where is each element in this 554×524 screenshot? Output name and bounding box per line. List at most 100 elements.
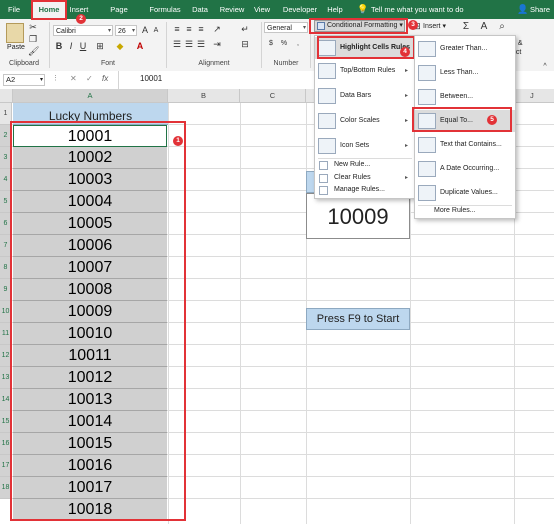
menu-item-label: New Rule... — [334, 161, 371, 168]
percent-icon[interactable]: % — [278, 38, 290, 49]
menu-item-top-bottom-rules[interactable]: Top/Bottom Rules ▸ — [315, 60, 415, 82]
formula-input[interactable]: 10001 — [140, 74, 162, 83]
menu-item-less-than[interactable]: Less Than... — [415, 62, 515, 84]
clear-rules-icon — [319, 174, 328, 183]
step-badge-2: 2 — [76, 14, 86, 24]
align-middle-icon[interactable]: ≡ — [184, 24, 194, 35]
callout-box-home-tab — [31, 0, 67, 20]
manage-rules-icon — [319, 186, 328, 195]
tab-review[interactable]: Review — [218, 0, 246, 19]
submenu-arrow-icon: ▸ — [405, 118, 409, 124]
font-size-dropdown[interactable]: 26 ▾ — [115, 25, 137, 36]
decrease-font-icon[interactable]: A — [151, 25, 161, 36]
indent-icon[interactable]: ⇥ — [212, 39, 222, 50]
align-bottom-icon[interactable]: ≡ — [196, 24, 206, 35]
callout-box-equal-to — [412, 107, 512, 132]
menu-item-manage-rules[interactable]: Manage Rules... — [315, 185, 415, 197]
top-bottom-icon — [318, 63, 336, 79]
group-divider — [166, 22, 167, 68]
menu-item-text-that-contains[interactable]: Text that Contains... — [415, 134, 515, 156]
currency-icon[interactable]: $ — [265, 38, 277, 49]
duplicate-values-icon — [418, 185, 436, 201]
tab-help[interactable]: Help — [325, 0, 345, 19]
menu-item-new-rule[interactable]: New Rule... — [315, 160, 415, 172]
between-icon — [418, 89, 436, 105]
bold-icon[interactable]: B — [54, 41, 64, 52]
name-box[interactable]: A2 ▾ — [3, 74, 45, 86]
menu-item-label: Top/Bottom Rules — [340, 67, 396, 74]
menu-item-between[interactable]: Between... — [415, 86, 515, 108]
callout-box-number-list — [10, 121, 186, 521]
menu-item-label: Between... — [440, 93, 474, 100]
menu-item-clear-rules[interactable]: Clear Rules ▸ — [315, 173, 415, 185]
new-rule-icon — [319, 161, 328, 170]
insert-function-icon[interactable]: fx — [102, 74, 108, 83]
menu-item-label: Icon Sets — [340, 142, 370, 149]
tell-me-search[interactable]: Tell me what you want to do — [371, 0, 464, 19]
formula-divider — [118, 71, 119, 89]
column-header-b[interactable]: B — [168, 89, 240, 103]
greater-than-icon — [418, 41, 436, 57]
conditional-formatting-menu: Highlight Cells Rules ▸ Top/Bottom Rules… — [314, 35, 416, 199]
increase-font-icon[interactable]: A — [140, 25, 150, 36]
merge-center-icon[interactable]: ⊟ — [240, 39, 250, 50]
cancel-icon[interactable]: ✕ — [70, 74, 77, 83]
menu-item-label: Color Scales — [340, 117, 380, 124]
number-format-dropdown[interactable]: General ▾ — [264, 22, 308, 33]
tab-file[interactable]: File — [2, 0, 26, 19]
tab-data[interactable]: Data — [189, 0, 211, 19]
menu-item-date-occurring[interactable]: A Date Occurring... — [415, 158, 515, 180]
tab-formulas[interactable]: Formulas — [147, 0, 183, 19]
menu-item-label: Clear Rules — [334, 174, 371, 181]
align-right-icon[interactable]: ☰ — [196, 39, 206, 50]
column-header-c[interactable]: C — [240, 89, 306, 103]
press-f9-button[interactable]: Press F9 to Start — [306, 308, 410, 330]
menu-item-greater-than[interactable]: Greater Than... — [415, 38, 515, 60]
menu-item-more-rules[interactable]: More Rules... — [415, 206, 515, 217]
submenu-arrow-icon: ▸ — [405, 175, 409, 181]
menu-item-data-bars[interactable]: Data Bars ▸ — [315, 85, 415, 107]
fill-color-icon[interactable]: ◆ — [115, 41, 125, 52]
group-label-clipboard: Clipboard — [9, 60, 39, 67]
align-left-icon[interactable]: ☰ — [172, 39, 182, 50]
menu-separator — [318, 158, 412, 159]
underline-icon[interactable]: U — [78, 41, 88, 52]
formula-bar-dots-icon: ⋮ — [52, 75, 59, 82]
result-value-cell[interactable]: 10009 — [306, 193, 410, 239]
autosum-icon[interactable]: Σ — [460, 21, 472, 32]
format-painter-icon[interactable]: 🖌 — [28, 46, 39, 57]
menu-item-color-scales[interactable]: Color Scales ▸ — [315, 110, 415, 132]
callout-box-conditional-formatting — [309, 18, 408, 34]
share-button[interactable]: Share — [530, 0, 550, 19]
paste-button[interactable]: Paste — [5, 44, 27, 51]
menu-item-label: Manage Rules... — [334, 186, 385, 193]
share-icon: 👤 — [517, 4, 529, 14]
step-badge-5: 5 — [487, 115, 497, 125]
italic-icon[interactable]: I — [66, 41, 76, 52]
insert-cells-button[interactable]: Insert ▾ — [423, 22, 446, 30]
wrap-text-icon[interactable]: ↵ — [240, 24, 250, 35]
orientation-icon[interactable]: ↗ — [212, 24, 222, 35]
data-bars-icon — [318, 88, 336, 104]
align-center-icon[interactable]: ☰ — [184, 39, 194, 50]
tab-view[interactable]: View — [251, 0, 273, 19]
menu-item-label: A Date Occurring... — [440, 165, 500, 172]
font-name-dropdown[interactable]: Calibri ▾ — [53, 25, 113, 36]
tab-developer[interactable]: Developer — [281, 0, 319, 19]
borders-icon[interactable]: ⊞ — [95, 41, 105, 52]
cut-icon[interactable]: ✂ — [28, 22, 38, 33]
comma-icon[interactable]: , — [292, 38, 304, 49]
font-color-icon[interactable]: A — [135, 41, 145, 52]
find-select-icon[interactable]: ⌕ — [496, 21, 508, 32]
menu-item-icon-sets[interactable]: Icon Sets ▸ — [315, 135, 415, 157]
select-all-corner[interactable] — [0, 89, 13, 103]
tab-page-layout[interactable]: Page Layout — [98, 0, 140, 33]
align-top-icon[interactable]: ≡ — [172, 24, 182, 35]
sort-filter-icon[interactable]: A — [478, 21, 490, 32]
paste-icon[interactable] — [6, 23, 24, 43]
enter-icon[interactable]: ✓ — [86, 74, 93, 83]
column-header-a[interactable]: A — [13, 89, 168, 103]
copy-icon[interactable]: ❐ — [28, 34, 38, 45]
menu-item-label: Data Bars — [340, 92, 372, 99]
menu-item-duplicate-values[interactable]: Duplicate Values... — [415, 182, 515, 204]
